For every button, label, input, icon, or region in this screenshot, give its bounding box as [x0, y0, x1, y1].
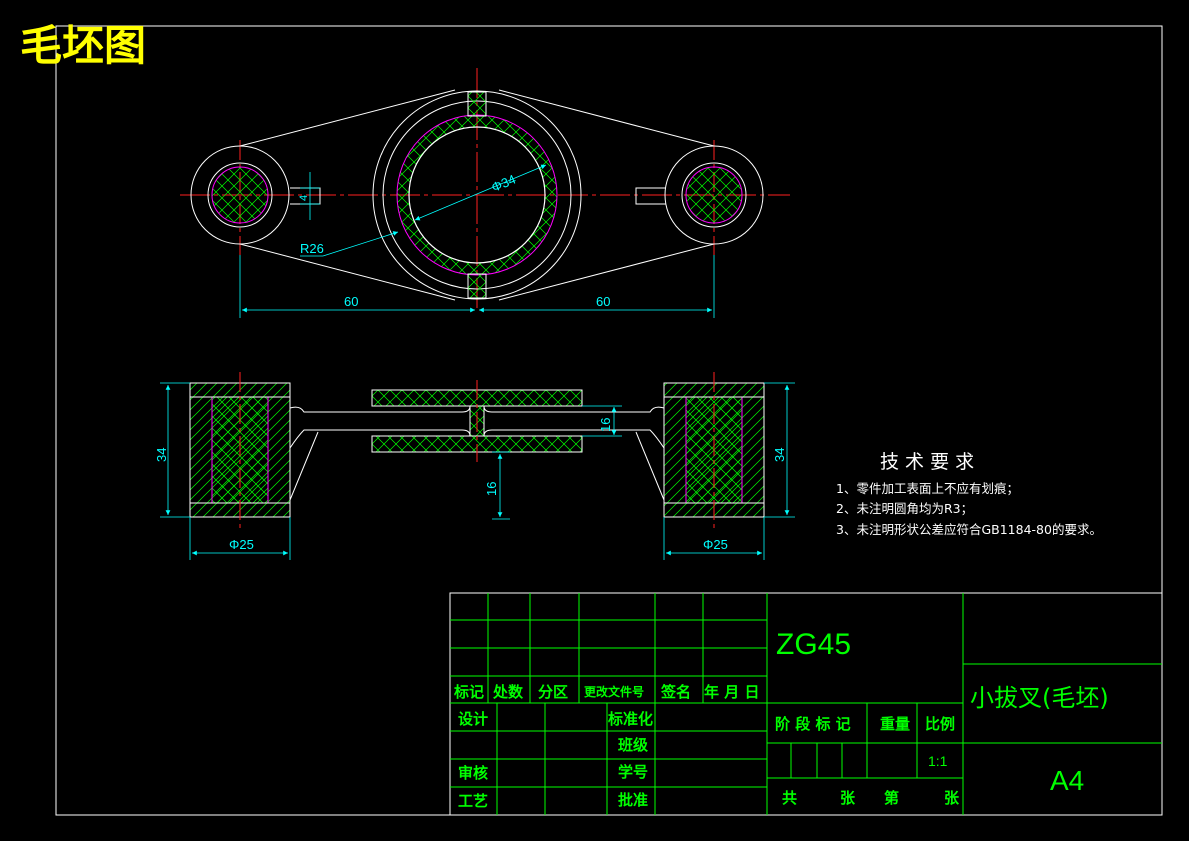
role-process: 工艺: [458, 792, 488, 810]
role-approve: 批准: [618, 791, 648, 809]
dim-hub-height: 16: [484, 482, 499, 496]
stage-label: 阶 段 标 记: [775, 715, 851, 733]
hub-slot-bottom: [467, 273, 487, 299]
sheet-unit-2: 张: [944, 789, 960, 807]
dim-left-span: 60: [344, 294, 358, 309]
top-view: 4 Φ34 R26 60 60: [180, 68, 790, 318]
sheet-total: 共: [782, 789, 797, 807]
dim-radius-leader: [322, 231, 399, 257]
role-standard: 标准化: [607, 710, 653, 728]
tech-heading: 技 术 要 求: [880, 451, 974, 473]
drawing-title: 毛坯图: [20, 21, 146, 70]
weight-label: 重量: [880, 715, 910, 733]
right-pin-slot: [635, 187, 666, 205]
scale-value: 1:1: [928, 753, 948, 769]
dim-right-span: 60: [596, 294, 610, 309]
rev-header-mark: 标记: [453, 683, 484, 701]
rev-header-docno: 更改文件号: [584, 684, 644, 699]
title-block-text: ZG45 小拔叉(毛坯) A4 标记 处数 分区 更改文件号 签名 年 月 日 …: [453, 628, 1109, 810]
left-boss-core: [211, 166, 269, 224]
dim-right-height: 34: [772, 448, 787, 462]
dim-bore-diameter: Φ34: [489, 172, 518, 196]
material: ZG45: [776, 628, 851, 661]
part-name: 小拔叉(毛坯): [970, 684, 1109, 712]
rev-header-zone: 分区: [538, 683, 568, 701]
scale-label: 比例: [925, 715, 955, 733]
section-view: 34 34 16 16 Φ25 Φ25: [154, 372, 795, 560]
dim-left-height: 34: [154, 448, 169, 462]
cad-drawing: 毛坯图 4 Φ34 R26 60 60 34 34 16 16 Φ25 Φ25 …: [20, 21, 1163, 816]
dim-left-boss-dia: Φ25: [229, 537, 254, 552]
dim-web-thickness: 16: [598, 418, 613, 432]
sheet-index: 第: [884, 789, 899, 807]
hub-slot-top: [467, 91, 487, 117]
rev-header-count: 处数: [492, 683, 524, 701]
rev-header-sign: 签名: [660, 683, 691, 701]
sheet-unit-1: 张: [840, 789, 856, 807]
tech-item-3: 3、未注明形状公差应符合GB1184-80的要求。: [836, 522, 1102, 537]
dim-slot-width: 4: [298, 195, 310, 201]
role-student-no: 学号: [618, 763, 648, 781]
role-class: 班级: [618, 736, 649, 754]
web-profile: [289, 406, 372, 449]
right-boss-core: [685, 166, 743, 224]
tech-item-1: 1、零件加工表面上不应有划痕；: [836, 481, 1019, 496]
role-design: 设计: [458, 710, 488, 728]
tech-item-2: 2、未注明圆角均为R3；: [836, 501, 973, 516]
role-review: 审核: [458, 764, 488, 782]
rev-header-date: 年 月 日: [704, 683, 759, 701]
dim-right-boss-dia: Φ25: [703, 537, 728, 552]
sheet-size: A4: [1050, 765, 1084, 796]
tech-requirements: 技 术 要 求 1、零件加工表面上不应有划痕； 2、未注明圆角均为R3； 3、未…: [836, 451, 1102, 537]
dim-arc-radius: R26: [300, 241, 324, 256]
dim-bore-leader: [414, 164, 547, 221]
